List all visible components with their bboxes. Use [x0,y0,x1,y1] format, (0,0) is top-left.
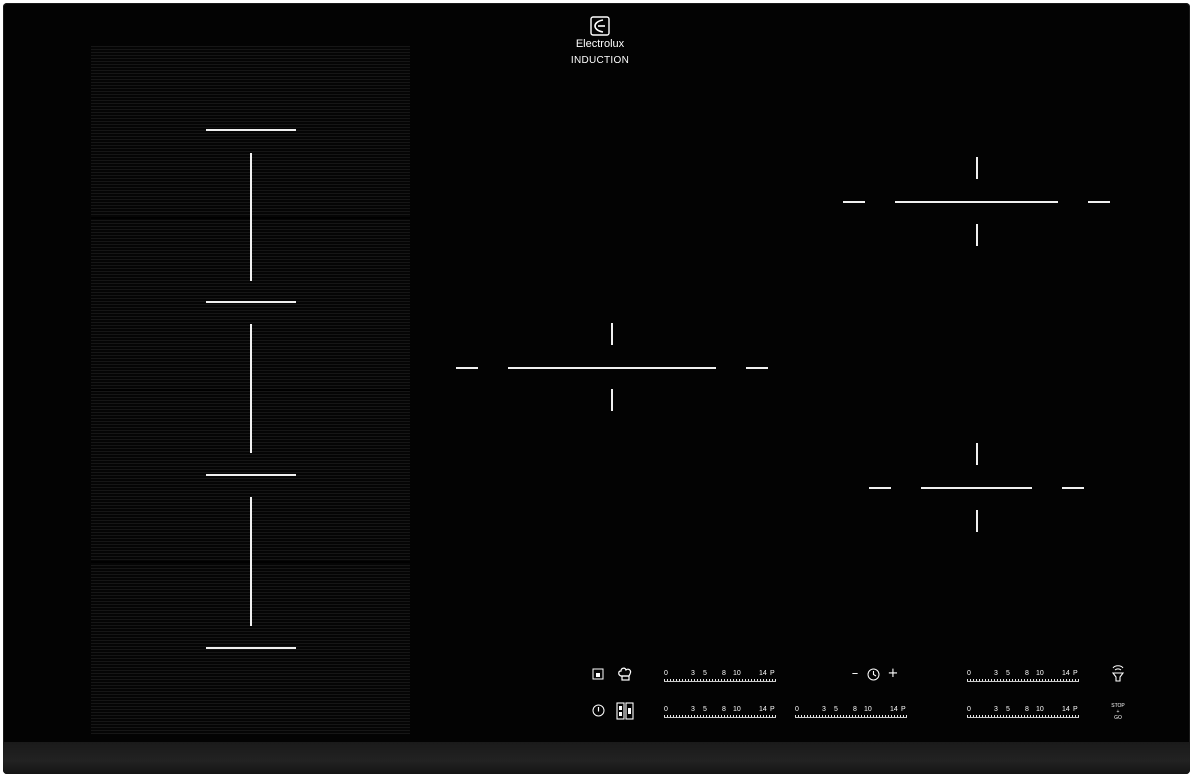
electrolux-logo-icon [590,16,610,36]
power-level-label: 3 [994,670,998,677]
flex-zone-marker [206,474,296,476]
front-right-zone-marker [1062,487,1084,489]
slider-track[interactable] [664,679,776,682]
power-level-label: P [901,706,906,713]
lock-icon[interactable] [592,668,604,680]
rear-right-zone-marker [843,201,865,203]
power-level-label: 8 [853,706,857,713]
power-level-label: 0 [967,670,971,677]
brand-subtitle: INDUCTION [570,55,630,66]
power-level-label: 10 [733,670,741,677]
power-level-label: 14 [890,706,898,713]
power-level-label: 14 [759,670,767,677]
power-level-label: 0 [795,706,799,713]
brand-logo: Electrolux INDUCTION [560,16,640,66]
flex-zone-marker [206,129,296,131]
power-slider-flex-front[interactable]: 0 3 5 8 10 14 P [664,705,776,721]
power-level-label: 3 [691,706,695,713]
power-scale-labels: 0 3 5 8 10 14 P [967,705,1079,714]
flex-zone-marker [250,153,252,281]
timer-plus-button[interactable]: + [887,667,899,681]
power-level-label: 10 [733,706,741,713]
cooktop-front-edge [3,742,1190,774]
center-zone-marker [456,367,478,369]
power-level-label: 3 [691,670,695,677]
power-scale-labels: 0 3 5 8 10 14 P [664,669,776,678]
power-level-label: 8 [722,706,726,713]
power-level-label: 8 [1025,670,1029,677]
power-level-label: 5 [1006,670,1010,677]
front-right-zone-marker [921,487,1032,489]
power-level-label: 10 [1036,706,1044,713]
rear-right-zone-marker [895,201,1058,203]
slider-track[interactable] [795,715,907,718]
power-scale-labels: 0 3 5 8 10 14 P [664,705,776,714]
power-level-label: 5 [1006,706,1010,713]
power-level-label: 10 [864,706,872,713]
brand-name: Electrolux [575,38,625,50]
power-slider-flex-rear[interactable]: 0 3 5 8 10 14 P [664,669,776,685]
rear-right-zone-marker [976,157,978,179]
power-level-label: 0 [664,706,668,713]
stop-go-label: GO [1114,715,1122,721]
power-level-label: 5 [703,670,707,677]
power-scale-labels: 0 3 5 8 10 14 P [795,705,907,714]
power-level-label: 0 [967,706,971,713]
front-right-zone-marker [976,510,978,532]
power-level-label: P [770,706,775,713]
center-zone-marker [746,367,768,369]
power-level-label: 10 [1036,670,1044,677]
flex-zone-marker [206,647,296,649]
power-level-label: 14 [1062,706,1070,713]
clock-icon[interactable] [867,668,880,681]
stop-go-button[interactable]: STOP + GO [1106,703,1130,721]
rear-right-zone-marker [976,224,978,246]
power-slider-rear-right[interactable]: 0 3 5 8 10 14 P [967,669,1079,685]
slider-track[interactable] [967,679,1079,682]
power-level-label: 3 [822,706,826,713]
hob2hood-icon[interactable] [1110,664,1126,684]
flex-zone-marker [250,324,252,453]
power-level-label: 5 [834,706,838,713]
slider-track[interactable] [664,715,776,718]
rear-right-zone-marker [1088,201,1110,203]
power-slider-center[interactable]: 0 3 5 8 10 14 P [795,705,907,721]
timer-minus-button[interactable]: – [849,667,861,681]
center-zone-marker [508,367,716,369]
power-slider-front-right[interactable]: 0 3 5 8 10 14 P [967,705,1079,721]
power-level-label: P [1073,706,1078,713]
power-level-label: P [1073,670,1078,677]
front-right-zone-marker [869,487,891,489]
power-level-label: 8 [1025,706,1029,713]
power-level-label: 5 [703,706,707,713]
power-scale-labels: 0 3 5 8 10 14 P [967,669,1079,678]
front-right-zone-marker [976,443,978,465]
power-level-label: P [770,670,775,677]
power-level-label: 8 [722,670,726,677]
center-zone-marker [611,389,613,411]
power-level-label: 14 [1062,670,1070,677]
power-level-label: 3 [994,706,998,713]
flex-bridge-icon[interactable] [616,702,634,720]
slider-track[interactable] [967,715,1079,718]
flex-zone-marker [250,497,252,626]
power-level-label: 0 [664,670,668,677]
flex-zone-marker [206,301,296,303]
power-icon[interactable] [592,704,605,717]
center-zone-marker [611,323,613,345]
power-level-label: 14 [759,706,767,713]
chef-hat-icon[interactable] [617,666,633,682]
